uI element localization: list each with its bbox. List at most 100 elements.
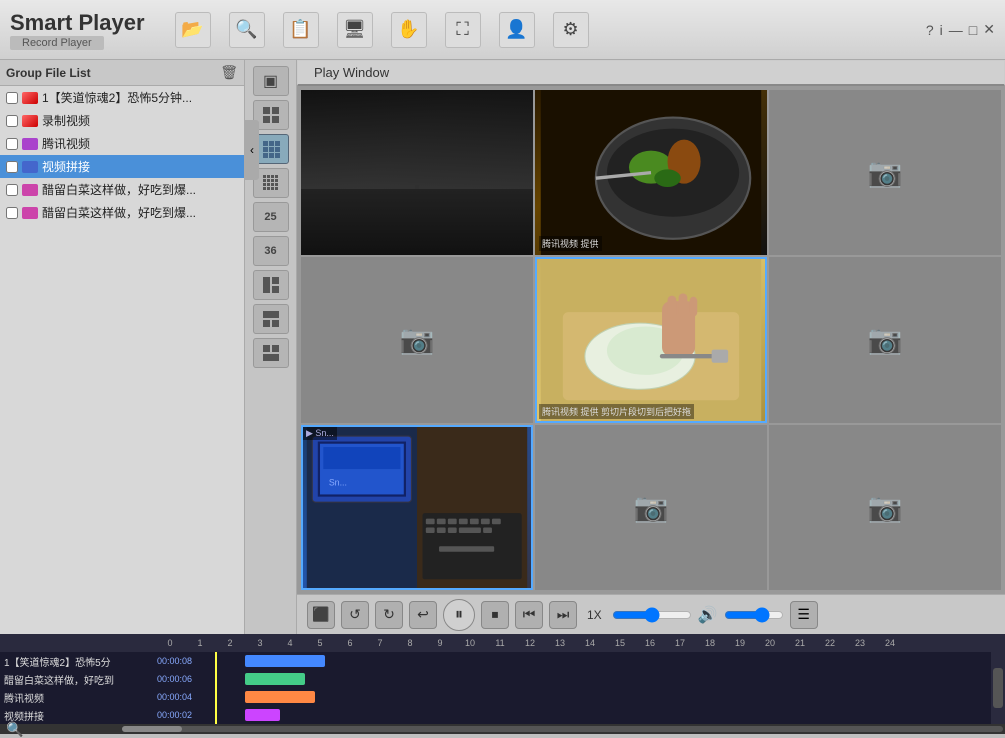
volume-slider[interactable] [724,607,784,623]
timeline-scroll-track[interactable] [122,726,1003,732]
video-cell-7[interactable]: Sn... [301,425,533,590]
track-labels: 1【笑道惊魂2】恐怖5分 醋留白菜这样做，好吃到 腾讯视频 视频拼接 [0,652,155,724]
track-bar-2[interactable] [245,673,305,685]
track-label-3: 腾讯视频 [0,688,155,706]
file-checkbox-6[interactable] [6,207,18,219]
view-custom2-button[interactable] [253,304,289,334]
document-button[interactable]: 📋 [283,12,319,48]
zoom-icon[interactable]: 🔍 [6,721,23,738]
file-label-1: 1【笑道惊魂2】恐怖5分钟... [42,89,192,106]
sidebar: Group File List 🗑 1【笑道惊魂2】恐怖5分钟... 录制视频 … [0,60,245,634]
timeline-scroll-thumb[interactable] [122,726,182,732]
video-cell-9[interactable]: 📷 [769,425,1001,590]
list-item[interactable]: 1【笑道惊魂2】恐怖5分钟... [0,86,244,109]
view-25-button[interactable]: 25 [253,202,289,232]
camera-icon-4: 📷 [400,323,435,356]
file-checkbox-2[interactable] [6,115,18,127]
speed-label: 1X [587,608,602,622]
file-checkbox-4[interactable] [6,161,18,173]
ruler-mark: 0 [155,638,185,648]
ruler-mark: 18 [695,638,725,648]
track-row-4[interactable]: 00:00:02 [155,706,991,724]
video-cell-4[interactable]: 📷 [301,257,533,422]
scroll-thumb-v[interactable] [993,668,1003,708]
stop-button[interactable]: ⏹ [481,601,509,629]
timeline-scrollbar-v[interactable] [991,652,1005,724]
pause-button[interactable]: ⏸ [443,599,475,631]
user-button[interactable]: 👤 [499,12,535,48]
video-cell-6[interactable]: 📷 [769,257,1001,422]
list-item[interactable]: 视频拼接 [0,155,244,178]
timeline-footer-label: 🔍 [2,721,122,738]
search-button[interactable]: 🔍 [229,12,265,48]
ruler-mark: 20 [755,638,785,648]
forward-frame-button[interactable]: ↻ [375,601,403,629]
timeline-ruler: 0 1 2 3 4 5 6 7 8 9 10 11 12 13 14 15 16… [0,634,1005,652]
list-item[interactable]: 录制视频 [0,109,244,132]
list-item[interactable]: 腾讯视频 [0,132,244,155]
ruler-mark: 9 [425,638,455,648]
settings-gear-button[interactable]: ⚙ [553,12,589,48]
file-icon-2 [22,115,38,127]
speed-slider[interactable] [612,607,692,623]
track-label-1: 1【笑道惊魂2】恐怖5分 [0,652,155,670]
video-cell-1[interactable] [301,90,533,255]
delete-icon[interactable]: 🗑 [220,64,238,81]
track-time-4: 00:00:02 [157,710,192,720]
title-toolbar: 📂 🔍 📋 🖥 ✋ ⛶ 👤 ⚙ [175,12,926,48]
file-checkbox-3[interactable] [6,138,18,150]
camera-icon-8: 📷 [634,491,669,524]
info-button[interactable]: i [940,22,943,38]
ruler-mark: 24 [875,638,905,648]
ruler-mark: 16 [635,638,665,648]
view-custom3-button[interactable] [253,338,289,368]
track-label-2: 醋留白菜这样做，好吃到 [0,670,155,688]
ruler-mark: 10 [455,638,485,648]
play-window-tab[interactable]: Play Window [297,60,1005,86]
tracks-content[interactable]: 00:00:08 00:00:06 00:00:04 00:00:02 [155,652,991,724]
view-1x1-button[interactable]: ▣ [253,66,289,96]
ruler-mark: 8 [395,638,425,648]
rewind-frame-button[interactable]: ↺ [341,601,369,629]
file-checkbox-1[interactable] [6,92,18,104]
video-cell-2[interactable]: 腾讯视频 提供 [535,90,767,255]
view-36-button[interactable]: 36 [253,236,289,266]
screen-button[interactable]: 🖥 [337,12,373,48]
open-file-button[interactable]: 📂 [175,12,211,48]
step-back-button[interactable]: ↩ [409,601,437,629]
track-row-3[interactable]: 00:00:04 [155,688,991,706]
maximize-button[interactable]: □ [969,22,977,38]
resize-button[interactable]: ⛶ [445,12,481,48]
file-checkbox-5[interactable] [6,184,18,196]
snapshot-button[interactable]: ⬛ [307,601,335,629]
help-button[interactable]: ? [926,22,934,38]
track-bar-1[interactable] [245,655,325,667]
track-row-1[interactable]: 00:00:08 [155,652,991,670]
hand-button[interactable]: ✋ [391,12,427,48]
file-icon-4 [22,161,38,173]
track-row-2[interactable]: 00:00:06 [155,670,991,688]
video-cell-8[interactable]: 📷 [535,425,767,590]
file-label-6: 醋留白菜这样做，好吃到爆... [42,204,196,221]
volume-icon[interactable]: 🔊 [698,605,718,625]
track-time-2: 00:00:06 [157,674,192,684]
list-item[interactable]: 醋留白菜这样做，好吃到爆... [0,201,244,224]
video-cell-3[interactable]: 📷 [769,90,1001,255]
ruler-mark: 13 [545,638,575,648]
next-button[interactable]: ⏭ [549,601,577,629]
minimize-button[interactable]: — [949,22,963,38]
timeline-scrollbar: 🔍 [0,724,1005,734]
ruler-mark: 21 [785,638,815,648]
view-custom1-button[interactable] [253,270,289,300]
svg-text:Sn...: Sn... [329,477,347,487]
list-item[interactable]: 醋留白菜这样做，好吃到爆... [0,178,244,201]
settings-button[interactable]: ☰ [790,601,818,629]
track-bar-4[interactable] [245,709,280,721]
close-button[interactable]: ✕ [983,21,995,38]
video-cell-5[interactable]: 腾讯视频 提供 剪切片段切到后把好拖 [535,257,767,422]
ruler-mark: 5 [305,638,335,648]
prev-button[interactable]: ⏮ [515,601,543,629]
play-area: Play Window [297,60,1005,634]
collapse-sidebar-button[interactable]: ‹ [245,120,259,180]
track-bar-3[interactable] [245,691,315,703]
